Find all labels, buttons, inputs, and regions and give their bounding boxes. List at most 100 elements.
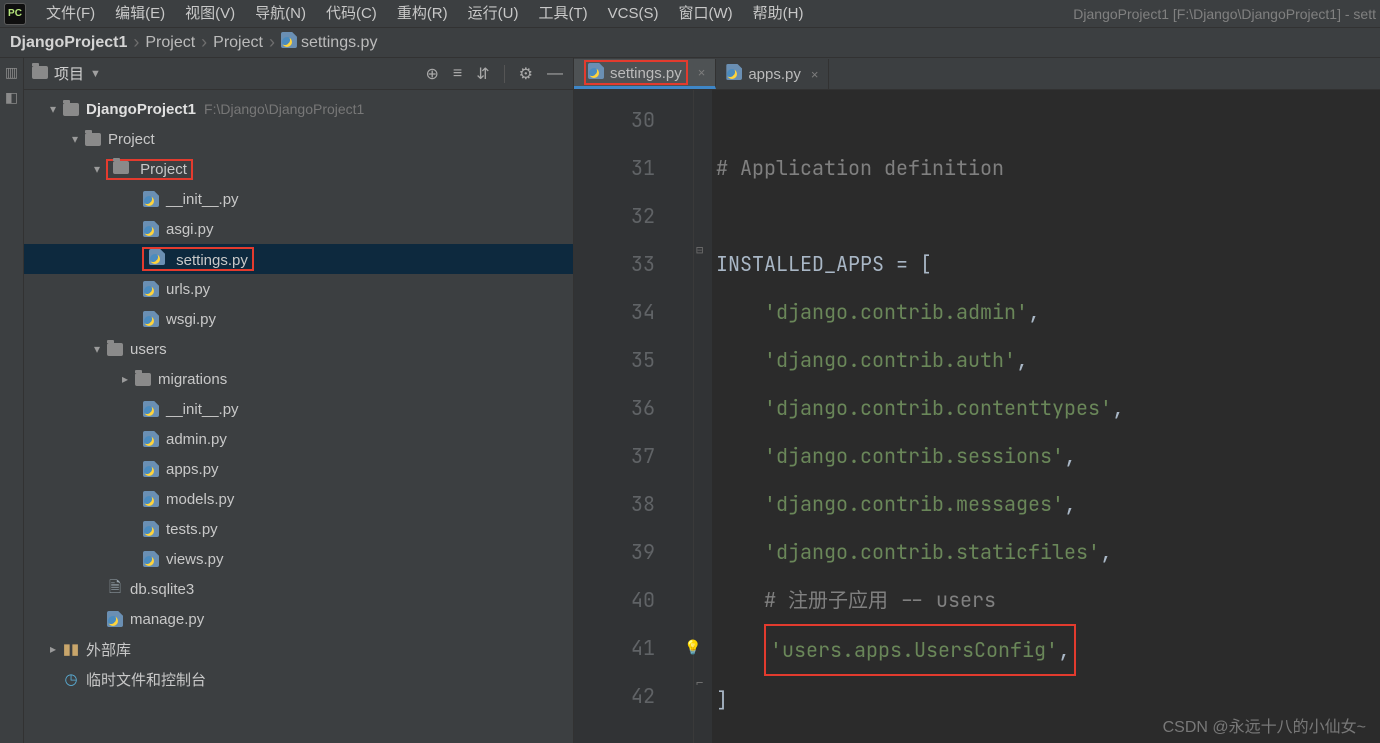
tree-label: tests.py [166,521,218,538]
tree-file-manage[interactable]: manage.py [24,604,573,634]
tree-file[interactable]: urls.py [24,274,573,304]
tree-label: __init__.py [166,191,239,208]
tree-file[interactable]: __init__.py [24,184,573,214]
breadcrumb: DjangoProject1 › Project › Project › set… [0,28,1380,58]
folder-icon [106,343,124,356]
folder-icon [84,133,102,146]
menu-window[interactable]: 窗口(W) [668,0,742,28]
locate-icon[interactable]: ⊕ [426,64,439,84]
menu-code[interactable]: 代码(C) [316,0,387,28]
python-file-icon [142,491,160,507]
tree-scratches[interactable]: ◷ 临时文件和控制台 [24,664,573,694]
python-file-icon [148,249,166,265]
hide-icon[interactable]: — [547,65,563,83]
code-content[interactable]: # Application definition INSTALLED_APPS … [712,90,1380,743]
folder-icon [112,161,130,174]
menu-help[interactable]: 帮助(H) [743,0,814,28]
expand-all-icon[interactable]: ≡ [453,65,462,83]
tool-window-stripe: ▥ ◧ [0,58,24,743]
menu-run[interactable]: 运行(U) [458,0,529,28]
crumb-2[interactable]: Project [213,34,263,52]
editor-area: settings.py × apps.py × 3031323334353637… [574,58,1380,743]
project-tree[interactable]: ▾ DjangoProject1 F:\Django\DjangoProject… [24,90,573,743]
tree-folder-project[interactable]: ▾ Project [24,124,573,154]
python-file-icon [281,32,297,53]
tree-file[interactable]: views.py [24,544,573,574]
tree-file[interactable]: asgi.py [24,214,573,244]
chevron-down-icon[interactable]: ▼ [90,68,101,80]
chevron-down-icon[interactable]: ▾ [46,102,60,116]
menu-refactor[interactable]: 重构(R) [387,0,458,28]
chevron-down-icon[interactable]: ▾ [68,132,82,146]
menu-file[interactable]: 文件(F) [36,0,105,28]
tree-label: urls.py [166,281,210,298]
menu-edit[interactable]: 编辑(E) [105,0,175,28]
tree-label: migrations [158,371,227,388]
intention-bulb-icon[interactable]: 💡 [684,624,701,672]
tree-root[interactable]: ▾ DjangoProject1 F:\Django\DjangoProject… [24,94,573,124]
tab-label: settings.py [610,65,682,82]
close-icon[interactable]: × [811,67,819,82]
menu-navigate[interactable]: 导航(N) [245,0,316,28]
tree-label: 外部库 [86,639,131,660]
tree-file[interactable]: models.py [24,484,573,514]
python-file-icon [142,311,160,327]
fold-end-icon[interactable]: ⌐ [696,675,703,691]
project-panel-header: 项目 ▼ ⊕ ≡ ⇵ ⚙ — [24,58,573,90]
tree-file[interactable]: tests.py [24,514,573,544]
crumb-file[interactable]: settings.py [281,32,377,53]
tab-apps[interactable]: apps.py × [716,59,829,89]
database-icon: 🗎 [106,577,124,602]
tree-folder-migrations[interactable]: ▸ migrations [24,364,573,394]
divider [504,65,505,83]
tree-label: Project [140,161,187,178]
tree-label: DjangoProject1 [86,101,196,118]
menu-bar: PC 文件(F) 编辑(E) 视图(V) 导航(N) 代码(C) 重构(R) 运… [0,0,1380,28]
menu-vcs[interactable]: VCS(S) [598,0,669,28]
python-file-icon [588,63,604,83]
tree-label: wsgi.py [166,311,216,328]
scratch-icon: ◷ [62,670,80,688]
project-panel: 项目 ▼ ⊕ ≡ ⇵ ⚙ — ▾ DjangoProject1 F:\Djang… [24,58,574,743]
python-file-icon [142,191,160,207]
menu-view[interactable]: 视图(V) [175,0,245,28]
tree-label: asgi.py [166,221,214,238]
tree-label: admin.py [166,431,227,448]
tree-label: apps.py [166,461,219,478]
tree-folder-project-inner[interactable]: ▾ Project [24,154,573,184]
menu-tools[interactable]: 工具(T) [528,0,597,28]
python-file-icon [142,221,160,237]
folder-icon [32,66,48,82]
chevron-right-icon[interactable]: ▸ [118,372,132,386]
tree-label: __init__.py [166,401,239,418]
chevron-down-icon[interactable]: ▾ [90,342,104,356]
project-panel-title[interactable]: 项目 [54,63,84,84]
chevron-right-icon[interactable]: ▸ [46,642,60,656]
tree-file[interactable]: wsgi.py [24,304,573,334]
folder-icon [134,373,152,386]
chevron-down-icon[interactable]: ▾ [90,162,104,176]
tree-file-settings[interactable]: settings.py [24,244,573,274]
python-file-icon [142,431,160,447]
python-file-icon [142,401,160,417]
gear-icon[interactable]: ⚙ [519,64,533,84]
tree-file-db[interactable]: 🗎 db.sqlite3 [24,574,573,604]
tree-file[interactable]: admin.py [24,424,573,454]
crumb-root[interactable]: DjangoProject1 [10,34,127,52]
code-editor[interactable]: 30313233343536373839404142 ⊟ ⌐ # Applica… [574,90,1380,743]
tab-label: apps.py [748,66,801,83]
python-file-icon [142,521,160,537]
tree-folder-users[interactable]: ▾ users [24,334,573,364]
tree-external-libraries[interactable]: ▸ ▮▮ 外部库 [24,634,573,664]
fold-collapse-icon[interactable]: ⊟ [696,242,703,258]
tree-file[interactable]: apps.py [24,454,573,484]
crumb-1[interactable]: Project [145,34,195,52]
tab-settings[interactable]: settings.py × [574,59,716,89]
close-icon[interactable]: × [698,65,706,80]
bookmark-icon[interactable]: ◧ [5,89,18,106]
python-file-icon [142,551,160,567]
structure-icon[interactable]: ▥ [5,64,18,81]
python-file-icon [106,611,124,627]
tree-file[interactable]: __init__.py [24,394,573,424]
collapse-all-icon[interactable]: ⇵ [476,64,489,84]
